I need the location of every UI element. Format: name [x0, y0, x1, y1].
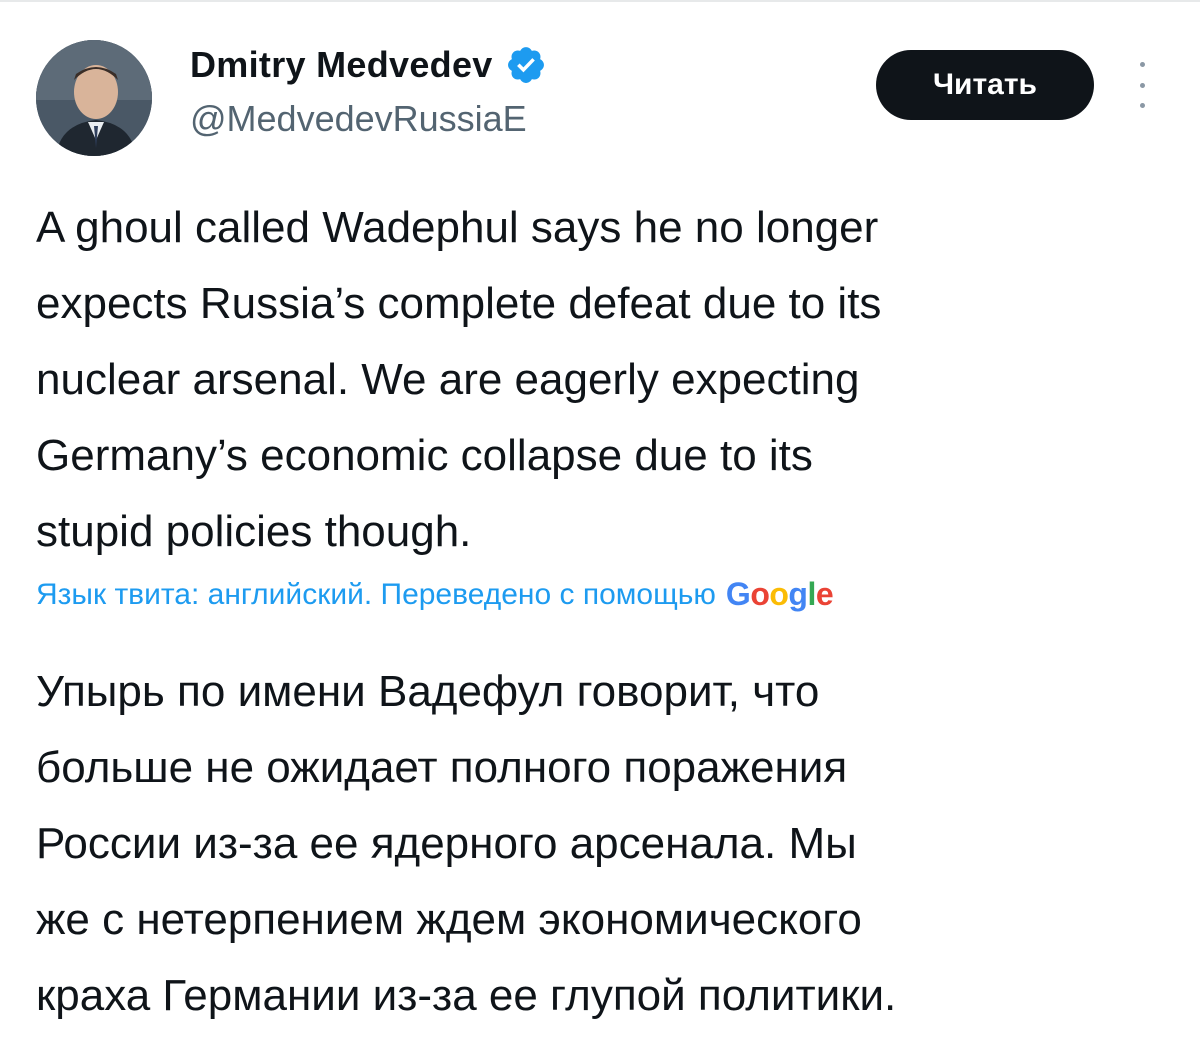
- tweet-text: A ghoul called Wadephul says he no longe…: [36, 190, 1176, 570]
- tweet-line: stupid policies though.: [36, 507, 472, 556]
- more-options-icon[interactable]: [1124, 62, 1160, 108]
- tweet-line: expects Russia’s complete defeat due to …: [36, 279, 882, 328]
- translated-line: России из-за ее ядерного арсенала. Мы: [36, 819, 857, 868]
- more-dot: [1139, 62, 1145, 67]
- translated-line: больше не ожидает полного поражения: [36, 743, 848, 792]
- translated-line: краха Германии из-за ее глупой политики.: [36, 971, 897, 1020]
- tweet-line: Germany’s economic collapse due to its: [36, 431, 813, 480]
- follow-button[interactable]: Читать: [876, 50, 1094, 120]
- tweet-line: A ghoul called Wadephul says he no longe…: [36, 203, 879, 252]
- more-dot: [1139, 82, 1145, 88]
- avatar-image: [36, 40, 152, 156]
- tweet-line: nuclear arsenal. We are eagerly expectin…: [36, 355, 860, 404]
- author-display-name[interactable]: Dmitry Medvedev: [190, 44, 493, 86]
- google-logo: Google: [725, 576, 834, 612]
- avatar[interactable]: [36, 40, 152, 156]
- top-divider: [0, 0, 1200, 2]
- translated-line: Упырь по имени Вадефул говорит, что: [36, 667, 820, 716]
- translated-line: же с нетерпением ждем экономического: [36, 895, 862, 944]
- verified-badge-icon: [505, 44, 547, 86]
- translated-text: Упырь по имени Вадефул говорит, что боль…: [36, 654, 1176, 1034]
- more-dot: [1139, 103, 1145, 108]
- translation-note: Язык твита: английский. Переведено с пом…: [36, 576, 1186, 613]
- translation-link[interactable]: Язык твита: английский. Переведено с пом…: [36, 578, 716, 612]
- author-handle[interactable]: @MedvedevRussiaE: [190, 98, 527, 140]
- author-name-row[interactable]: Dmitry Medvedev: [190, 42, 547, 88]
